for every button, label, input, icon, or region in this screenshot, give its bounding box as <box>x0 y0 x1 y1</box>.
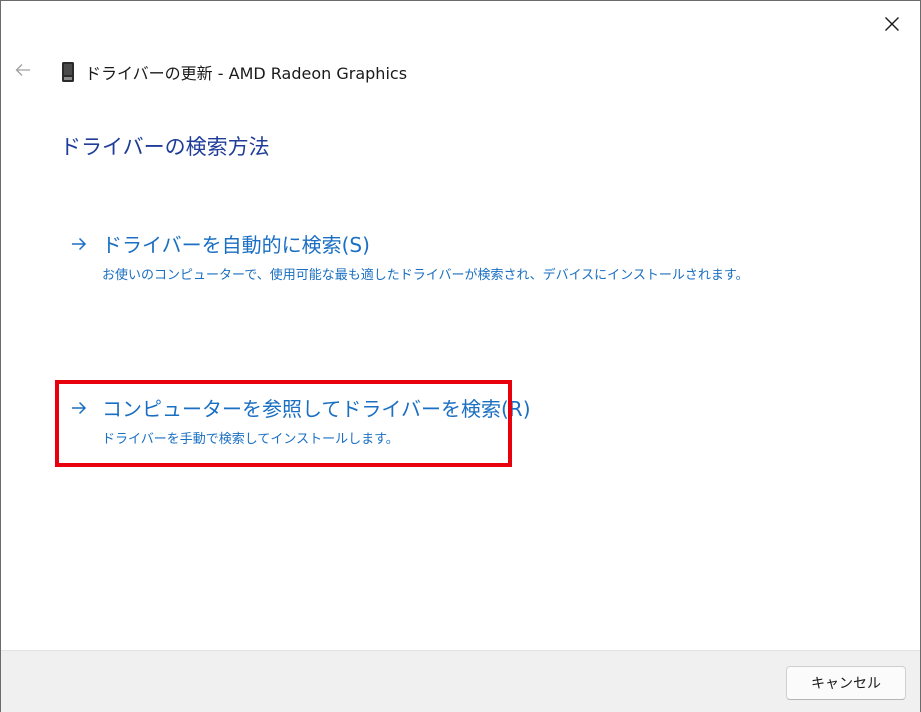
dialog-footer: キャンセル <box>1 650 920 712</box>
option-title[interactable]: コンピューターを参照してドライバーを検索(R) <box>102 393 531 422</box>
window-title-row: ドライバーの更新 - AMD Radeon Graphics <box>61 59 407 85</box>
arrow-right-icon <box>72 237 87 250</box>
option-description: ドライバーを手動で検索してインストールします。 <box>102 432 399 447</box>
option-description: お使いのコンピューターで、使用可能な最も適したドライバーが検索され、デバイスにイ… <box>102 268 749 283</box>
browse-computer-option[interactable]: コンピューターを参照してドライバーを検索(R) ドライバーを手動で検索してインス… <box>68 393 772 452</box>
option-title[interactable]: ドライバーを自動的に検索(S) <box>102 229 370 258</box>
cancel-button[interactable]: キャンセル <box>786 666 906 700</box>
window-title: ドライバーの更新 - AMD Radeon Graphics <box>85 64 408 83</box>
search-automatically-option[interactable]: ドライバーを自動的に検索(S) お使いのコンピューターで、使用可能な最も適したド… <box>68 229 772 288</box>
close-button[interactable] <box>874 7 910 41</box>
back-button[interactable] <box>9 56 37 84</box>
display-adapter-icon <box>62 62 74 82</box>
close-icon <box>885 17 899 31</box>
page-heading: ドライバーの検索方法 <box>60 135 270 159</box>
arrow-right-icon <box>72 401 87 414</box>
back-arrow-icon <box>15 64 30 76</box>
driver-update-dialog: ドライバーの更新 - AMD Radeon Graphics ドライバーの検索方… <box>0 0 921 712</box>
